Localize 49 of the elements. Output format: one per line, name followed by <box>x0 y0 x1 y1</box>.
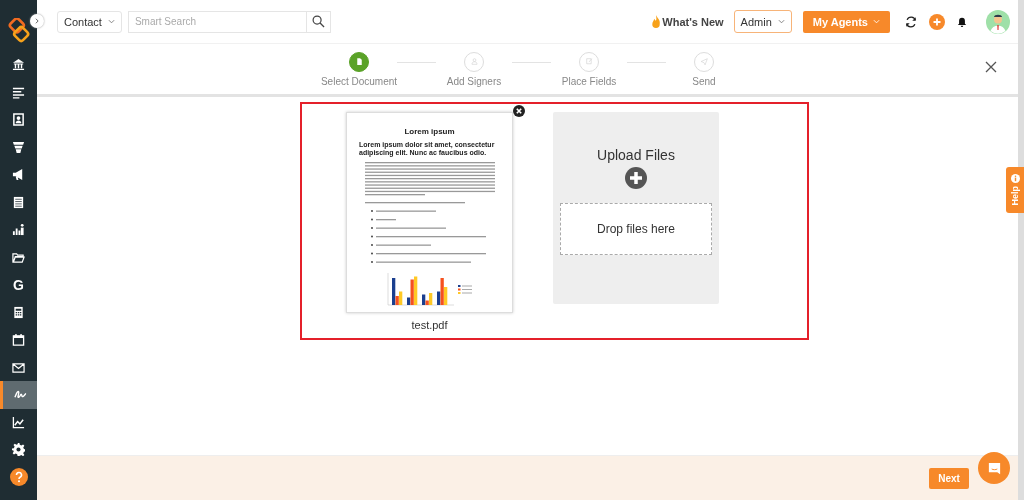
document-icon <box>12 195 25 209</box>
whats-new-link[interactable]: What's New <box>651 15 724 28</box>
line-chart-icon <box>12 415 25 429</box>
chevron-icon <box>34 18 40 24</box>
bar-chart-icon <box>12 223 25 237</box>
upload-title: Upload Files <box>597 147 675 163</box>
sidebar-item[interactable]: G <box>0 271 37 299</box>
drop-zone[interactable]: Drop files here <box>560 203 712 255</box>
chat-icon <box>986 460 1002 476</box>
wizard-step[interactable]: Select Document <box>321 51 397 87</box>
edit-icon <box>584 57 594 66</box>
mail-icon <box>12 360 25 374</box>
search-button[interactable] <box>306 10 331 33</box>
upload-card[interactable]: Upload Files Drop files here <box>553 112 719 304</box>
role-dropdown[interactable]: Admin <box>733 10 792 33</box>
folder-icon <box>12 250 25 264</box>
contact-card-icon <box>12 113 25 127</box>
calculator-icon <box>12 305 25 319</box>
bell-icon[interactable] <box>957 16 967 27</box>
megaphone-icon <box>12 168 25 182</box>
search-field[interactable]: Smart Search <box>127 10 307 33</box>
caret-icon <box>107 19 115 24</box>
send-icon <box>699 57 709 66</box>
module-dropdown[interactable]: Contact <box>57 10 122 33</box>
refresh-icon[interactable] <box>905 15 917 28</box>
close-icon[interactable] <box>985 61 997 73</box>
info-icon <box>1010 174 1020 184</box>
person-icon <box>469 57 479 66</box>
avatar-icon[interactable] <box>986 9 1010 34</box>
document-icon <box>354 57 364 66</box>
caret-icon <box>873 19 880 24</box>
caret-icon <box>777 19 785 24</box>
document-title: Lorem ipsum <box>404 127 455 136</box>
remove-icon[interactable] <box>513 105 525 117</box>
flame-icon <box>651 15 662 28</box>
wizard-step[interactable]: Add Signers <box>436 51 512 87</box>
file-name: test.pdf <box>411 319 448 331</box>
funnel-icon <box>12 140 25 154</box>
wizard-step[interactable]: Send <box>666 51 742 87</box>
expand-button[interactable] <box>30 14 44 28</box>
add-icon <box>625 167 647 189</box>
wizard-step[interactable]: Place Fields <box>551 51 627 87</box>
search-icon <box>311 15 325 28</box>
help-icon <box>9 468 28 487</box>
settings-icon <box>12 443 25 457</box>
bank-icon <box>12 58 25 72</box>
list-icon <box>12 85 25 99</box>
logo-icon <box>5 18 32 44</box>
calendar-icon <box>12 333 25 347</box>
